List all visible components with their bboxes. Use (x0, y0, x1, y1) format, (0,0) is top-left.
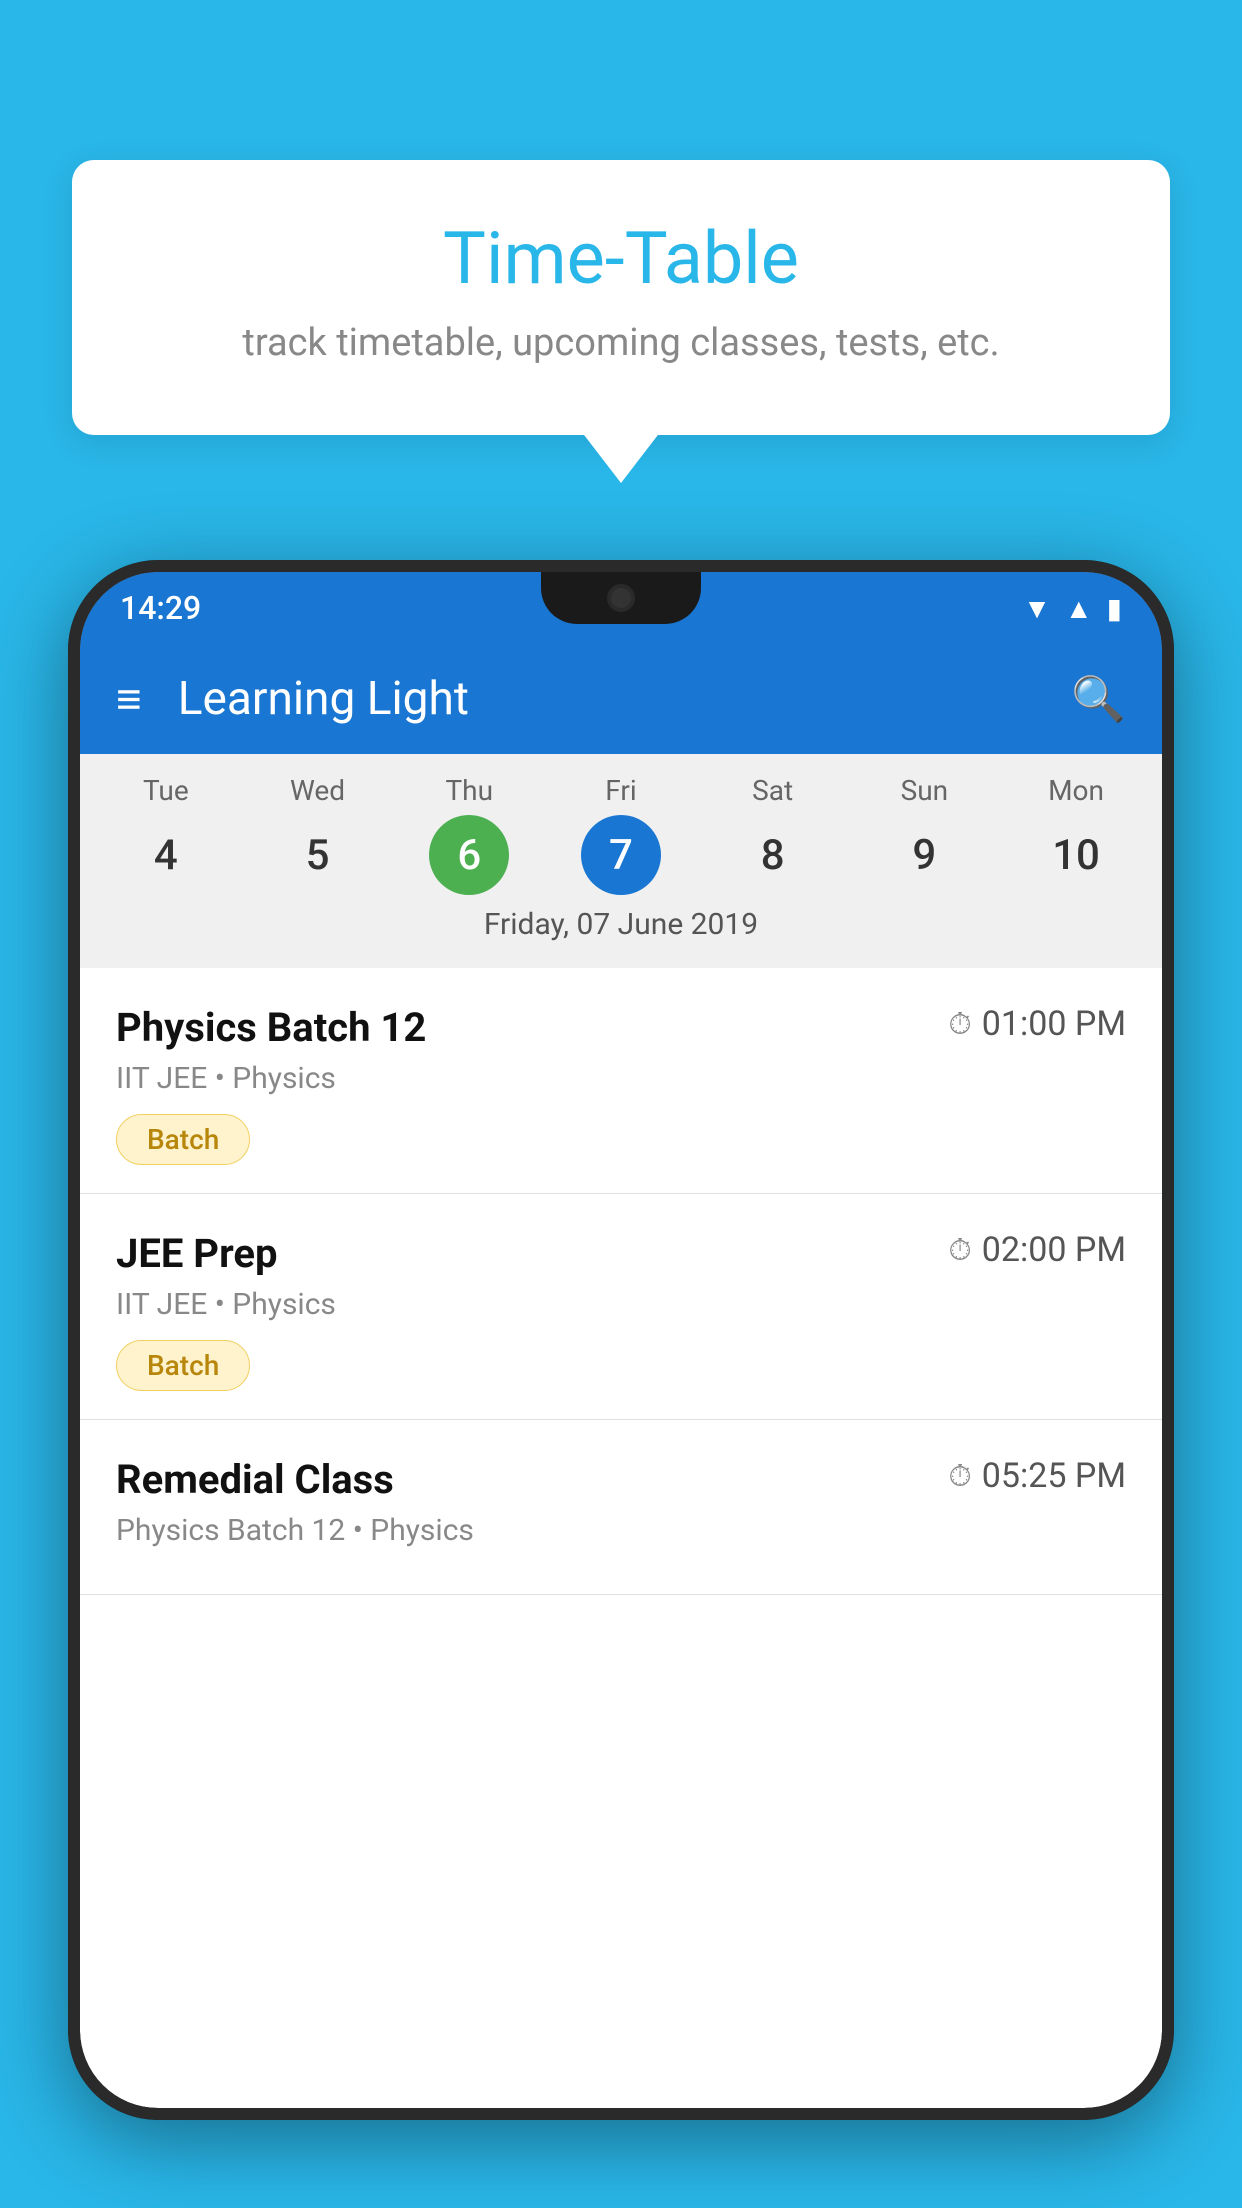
app-bar: Learning Light 🔍 (80, 644, 1162, 754)
phone-screen: 14:29 ▼ ▲ ▮ Learning Light 🔍 Tue 4 Wed 5 Thu… (80, 572, 1162, 2108)
day-name: Sun (901, 774, 949, 807)
status-icons: ▼ ▲ ▮ (1023, 592, 1122, 625)
class-time: ⏱ 05:25 PM (948, 1456, 1126, 1496)
day-number[interactable]: 6 (429, 815, 509, 895)
day-number[interactable]: 5 (278, 815, 358, 895)
app-title: Learning Light (178, 672, 1036, 726)
day-name: Tue (143, 774, 189, 807)
class-item[interactable]: Physics Batch 12 ⏱ 01:00 PM IIT JEE • Phys… (80, 968, 1162, 1194)
day-col-mon[interactable]: Mon 10 (1009, 774, 1144, 895)
class-time: ⏱ 02:00 PM (948, 1230, 1126, 1270)
status-time: 14:29 (120, 589, 201, 627)
day-col-thu[interactable]: Thu 6 (402, 774, 537, 895)
class-course: IIT JEE • Physics (116, 1287, 1126, 1322)
class-name: Remedial Class (116, 1456, 394, 1503)
wifi-icon: ▼ (1023, 592, 1051, 625)
tooltip-subtitle: track timetable, upcoming classes, tests… (132, 321, 1110, 365)
class-time: ⏱ 01:00 PM (948, 1004, 1126, 1044)
menu-icon[interactable] (116, 677, 142, 721)
tooltip-card: Time-Table track timetable, upcoming cla… (72, 160, 1170, 435)
day-number[interactable]: 4 (126, 815, 206, 895)
day-col-fri[interactable]: Fri 7 (553, 774, 688, 895)
day-col-tue[interactable]: Tue 4 (98, 774, 233, 895)
class-name: Physics Batch 12 (116, 1004, 426, 1051)
day-number[interactable]: 10 (1036, 815, 1116, 895)
class-list: Physics Batch 12 ⏱ 01:00 PM IIT JEE • Phys… (80, 968, 1162, 1595)
class-item[interactable]: Remedial Class ⏱ 05:25 PM Physics Batch 12… (80, 1420, 1162, 1595)
class-item-header: JEE Prep ⏱ 02:00 PM (116, 1230, 1126, 1277)
selected-date-label: Friday, 07 June 2019 (80, 895, 1162, 958)
calendar-bar: Tue 4 Wed 5 Thu 6 Fri 7 Sat 8 Sun 9 Mon 10 Friday, 07… (80, 754, 1162, 968)
class-item[interactable]: JEE Prep ⏱ 02:00 PM IIT JEE • Physics Batch (80, 1194, 1162, 1420)
day-col-wed[interactable]: Wed 5 (250, 774, 385, 895)
class-course: IIT JEE • Physics (116, 1061, 1126, 1096)
day-number[interactable]: 7 (581, 815, 661, 895)
clock-icon: ⏱ (948, 1233, 971, 1268)
day-col-sun[interactable]: Sun 9 (857, 774, 992, 895)
day-number[interactable]: 8 (733, 815, 813, 895)
batch-badge: Batch (116, 1114, 250, 1165)
battery-icon: ▮ (1107, 592, 1122, 625)
day-name: Thu (445, 774, 493, 807)
phone-body: 14:29 ▼ ▲ ▮ Learning Light 🔍 Tue 4 Wed 5 Thu… (68, 560, 1174, 2120)
batch-badge: Batch (116, 1340, 250, 1391)
day-name: Mon (1048, 774, 1104, 807)
class-item-header: Physics Batch 12 ⏱ 01:00 PM (116, 1004, 1126, 1051)
phone-notch (541, 572, 701, 624)
day-name: Wed (290, 774, 345, 807)
day-name: Fri (605, 774, 636, 807)
class-course: Physics Batch 12 • Physics (116, 1513, 1126, 1548)
day-number[interactable]: 9 (884, 815, 964, 895)
search-icon[interactable]: 🔍 (1071, 673, 1126, 725)
week-days-row: Tue 4 Wed 5 Thu 6 Fri 7 Sat 8 Sun 9 Mon 10 (80, 774, 1162, 895)
clock-icon: ⏱ (948, 1007, 971, 1042)
phone-container: 14:29 ▼ ▲ ▮ Learning Light 🔍 Tue 4 Wed 5 Thu… (68, 560, 1174, 2208)
day-name: Sat (752, 774, 793, 807)
signal-icon: ▲ (1065, 592, 1093, 625)
tooltip-title: Time-Table (132, 216, 1110, 301)
class-name: JEE Prep (116, 1230, 277, 1277)
clock-icon: ⏱ (948, 1459, 971, 1494)
day-col-sat[interactable]: Sat 8 (705, 774, 840, 895)
class-item-header: Remedial Class ⏱ 05:25 PM (116, 1456, 1126, 1503)
front-camera (607, 584, 635, 612)
